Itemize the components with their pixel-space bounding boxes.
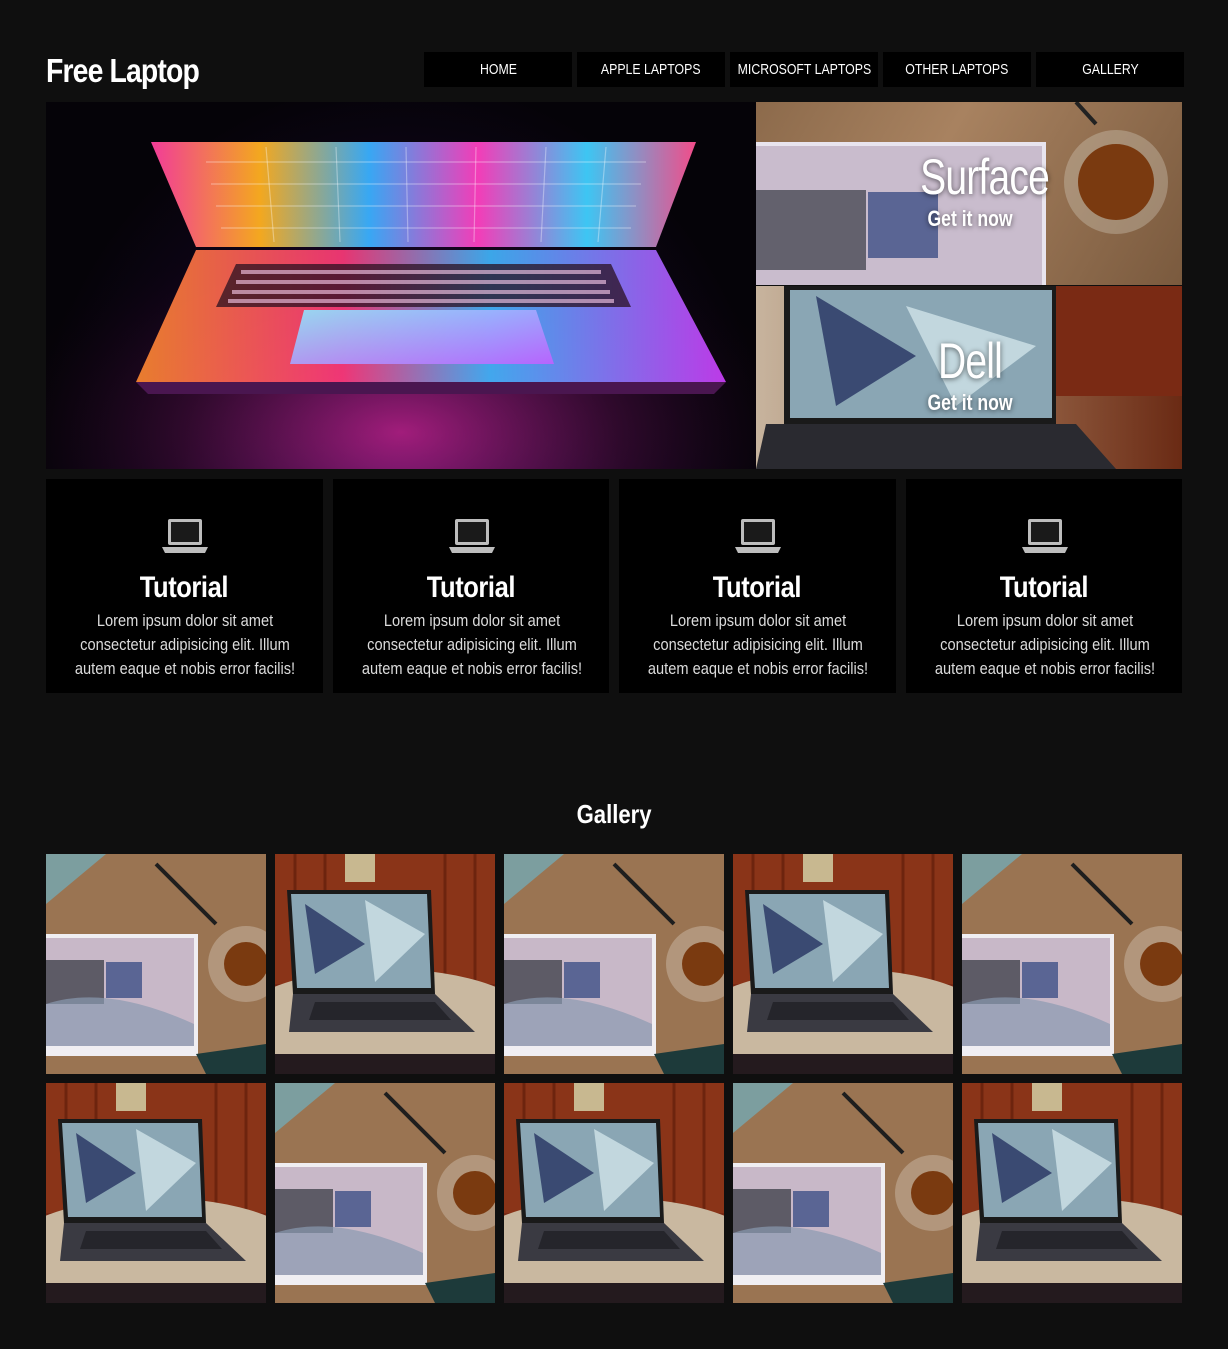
feature-text: Lorem ipsum dolor sit amet consectetur a… [361,611,582,678]
feature-text: Lorem ipsum dolor sit amet consectetur a… [934,611,1155,678]
gallery-heading-text: Gallery [576,799,652,829]
laptop-icon [1021,519,1068,553]
gallery-image-surface[interactable] [275,1083,495,1303]
hero: Surface Get it now Dell Get it now [46,102,1182,469]
nav-other-laptops-label: OTHER LAPTOPS [905,61,1009,78]
gallery-image-surface[interactable] [504,854,724,1074]
gallery-image-surface[interactable] [962,854,1182,1074]
hero-laptop-image [46,102,756,469]
gallery-image-dell[interactable] [275,854,495,1074]
nav-apple-laptops[interactable]: APPLE LAPTOPS [577,52,725,87]
promo-dell-title: Dell [937,333,1003,389]
brand-logo[interactable]: Free Laptop [46,52,200,90]
nav-home-label: HOME [479,61,517,78]
feature-cards: Tutorial Lorem ipsum dolor sit amet cons… [46,479,1182,693]
gallery-image-dell[interactable] [46,1083,266,1303]
feature-title: Tutorial [426,571,516,604]
feature-card: Tutorial Lorem ipsum dolor sit amet cons… [905,479,1182,693]
gallery-image-surface[interactable] [46,854,266,1074]
gallery-image-dell[interactable] [504,1083,724,1303]
nav-microsoft-laptops[interactable]: MICROSOFT LAPTOPS [730,52,878,87]
promo-dell[interactable]: Dell Get it now [756,286,1182,469]
gallery-image-surface[interactable] [733,1083,953,1303]
nav-apple-laptops-label: APPLE LAPTOPS [601,61,701,78]
nav-gallery[interactable]: GALLERY [1036,52,1184,87]
promo-dell-text: Dell Get it now [906,334,1034,416]
gallery-image-dell[interactable] [962,1083,1182,1303]
feature-card: Tutorial Lorem ipsum dolor sit amet cons… [46,479,323,693]
feature-title: Tutorial [713,571,802,604]
laptop-icon [162,519,208,553]
promo-surface-title: Surface [920,149,1050,205]
main-nav: HOME APPLE LAPTOPS MICROSOFT LAPTOPS OTH… [424,52,1184,87]
feature-title: Tutorial [999,571,1089,604]
nav-gallery-label: GALLERY [1081,61,1139,78]
gallery-grid [46,854,1182,1304]
feature-text: Lorem ipsum dolor sit amet consectetur a… [74,611,296,678]
feature-title: Tutorial [140,571,229,604]
gallery-heading: Gallery [46,799,1182,830]
laptop-icon [448,519,495,553]
promo-surface[interactable]: Surface Get it now [756,102,1182,285]
laptop-icon [735,519,781,553]
site-header: Free Laptop HOME APPLE LAPTOPS MICROSOFT… [46,50,1184,92]
promo-surface-cta[interactable]: Get it now [919,206,1021,232]
feature-card: Tutorial Lorem ipsum dolor sit amet cons… [332,479,609,693]
nav-other-laptops[interactable]: OTHER LAPTOPS [883,52,1031,87]
nav-home[interactable]: HOME [424,52,572,87]
feature-card: Tutorial Lorem ipsum dolor sit amet cons… [619,479,896,693]
promo-dell-cta[interactable]: Get it now [919,390,1021,416]
nav-microsoft-laptops-label: MICROSOFT LAPTOPS [737,61,871,78]
feature-text: Lorem ipsum dolor sit amet consectetur a… [647,611,869,678]
promo-surface-text: Surface Get it now [906,149,1050,232]
gallery-image-dell[interactable] [733,854,953,1074]
